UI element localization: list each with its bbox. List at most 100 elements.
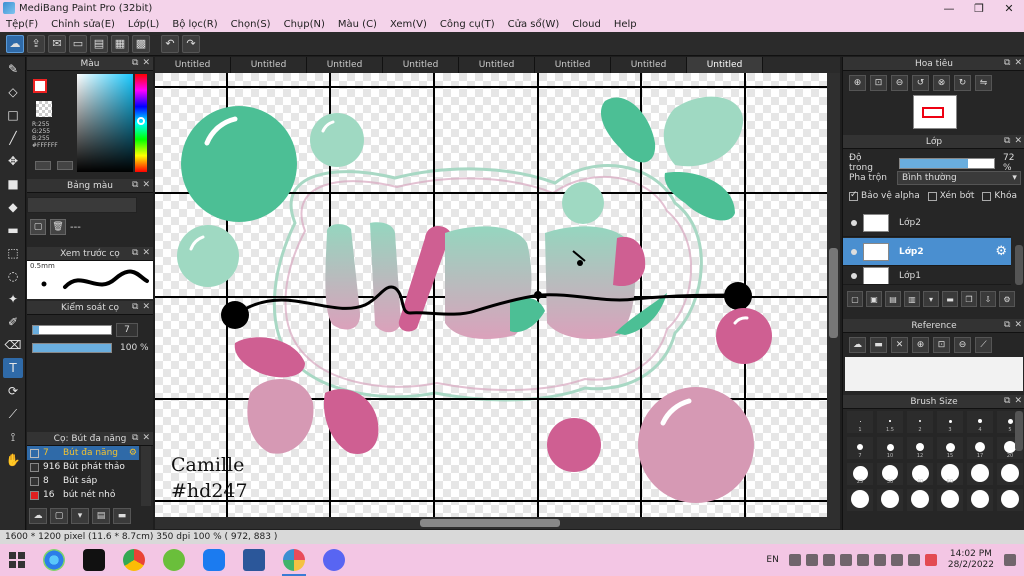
- bucket-tool-icon[interactable]: ◆: [3, 197, 23, 217]
- cloud-upload-icon[interactable]: ☁: [849, 337, 866, 353]
- brush-item[interactable]: 8 Bút sáp: [27, 474, 139, 488]
- tab-untitled[interactable]: Untitled: [535, 57, 611, 73]
- brush-item[interactable]: 7 Bút đa năng ⚙: [27, 446, 139, 460]
- layer-opacity-slider[interactable]: [898, 157, 995, 169]
- language-indicator[interactable]: EN: [766, 555, 778, 565]
- clipping-checkbox[interactable]: [927, 191, 937, 201]
- rectangle-tool-icon[interactable]: □: [3, 105, 23, 125]
- pen-tool-icon[interactable]: ⟟: [3, 427, 23, 447]
- brush-size-option[interactable]: [877, 489, 903, 511]
- brush-size-option[interactable]: [967, 463, 993, 485]
- eraser-tool-icon[interactable]: ◇: [3, 82, 23, 102]
- cloud-brush-icon[interactable]: ☁: [29, 508, 47, 524]
- swap-color-button[interactable]: [35, 161, 51, 170]
- menu-window[interactable]: Cửa sổ(W): [508, 19, 560, 30]
- medibang-icon[interactable]: [274, 544, 314, 576]
- brush-folder-icon[interactable]: ▬: [113, 508, 131, 524]
- battery-icon[interactable]: [856, 554, 869, 566]
- zoom-in-icon[interactable]: ⊕: [849, 75, 866, 91]
- brush-size-option[interactable]: [937, 489, 963, 511]
- foreground-color[interactable]: [33, 79, 47, 93]
- brush-size-option[interactable]: 2: [907, 411, 933, 433]
- new-layer-icon[interactable]: ▢: [847, 291, 863, 307]
- brush-size-option[interactable]: [997, 489, 1023, 511]
- brush-size-option[interactable]: 12: [907, 437, 933, 459]
- vietnamese-input-icon[interactable]: [924, 554, 937, 566]
- float-icon[interactable]: ⧉: [132, 58, 138, 68]
- zoom-out-icon[interactable]: ⊖: [954, 337, 971, 353]
- line-tool-icon[interactable]: ╱: [3, 128, 23, 148]
- brush-size-option[interactable]: 40: [907, 463, 933, 485]
- tray-app-icon[interactable]: [907, 554, 920, 566]
- float-icon[interactable]: ⧉: [1004, 136, 1010, 146]
- menu-select[interactable]: Chọn(S): [231, 19, 271, 30]
- maximize-button[interactable]: ❐: [964, 0, 994, 16]
- protect-alpha-checkbox[interactable]: [849, 190, 858, 201]
- float-icon[interactable]: ⧉: [1004, 58, 1010, 68]
- brush-size-option[interactable]: 7: [847, 437, 873, 459]
- brush-size-option[interactable]: 50: [937, 463, 963, 485]
- gear-icon[interactable]: ⚙: [129, 448, 137, 458]
- menu-edit[interactable]: Chỉnh sửa(E): [51, 19, 115, 30]
- word-icon[interactable]: [234, 544, 274, 576]
- brush-item[interactable]: 916 Bút phát thảo: [27, 460, 139, 474]
- select-eraser-tool-icon[interactable]: ⌫: [3, 335, 23, 355]
- new-1bit-layer-icon[interactable]: ▥: [904, 291, 920, 307]
- brush-size-option[interactable]: 17: [967, 437, 993, 459]
- blend-mode-select[interactable]: Bình thường ▾: [896, 171, 1021, 185]
- notification-icon[interactable]: [1004, 554, 1016, 566]
- close-reference-icon[interactable]: ✕: [891, 337, 908, 353]
- coc-coc-icon[interactable]: [34, 544, 74, 576]
- brush-size-option[interactable]: [847, 489, 873, 511]
- brush-size-option[interactable]: 15: [937, 437, 963, 459]
- close-icon[interactable]: ✕: [142, 58, 150, 68]
- close-icon[interactable]: ✕: [1014, 320, 1022, 330]
- menu-color[interactable]: Màu (C): [338, 19, 377, 30]
- tab-untitled[interactable]: Untitled: [307, 57, 383, 73]
- tray-app-icon[interactable]: [822, 554, 835, 566]
- page-icon[interactable]: ▭: [69, 34, 87, 53]
- tab-untitled[interactable]: Untitled: [459, 57, 535, 73]
- lock-checkbox[interactable]: [982, 191, 992, 201]
- brush-tool-icon[interactable]: ✎: [3, 59, 23, 79]
- tab-untitled[interactable]: Untitled: [155, 57, 231, 73]
- layer-settings-icon[interactable]: ⚙: [999, 291, 1015, 307]
- brush-size-option[interactable]: [907, 489, 933, 511]
- tab-untitled-active[interactable]: Untitled: [687, 57, 763, 73]
- hue-slider-thumb[interactable]: [137, 117, 145, 125]
- eyedropper-tool-icon[interactable]: ⟋: [3, 404, 23, 424]
- fill-rect-tool-icon[interactable]: ■: [3, 174, 23, 194]
- close-icon[interactable]: ✕: [142, 180, 150, 190]
- close-button[interactable]: ✕: [994, 0, 1024, 16]
- brush-size-option[interactable]: 10: [877, 437, 903, 459]
- menu-cloud[interactable]: Cloud: [572, 19, 601, 30]
- menu-view[interactable]: Xem(V): [390, 19, 427, 30]
- tray-app-icon[interactable]: [890, 554, 903, 566]
- green-app-icon[interactable]: [154, 544, 194, 576]
- zoom-in-icon[interactable]: ⊕: [912, 337, 929, 353]
- menu-tools[interactable]: Công cụ(T): [440, 19, 495, 30]
- brush-size-option[interactable]: [997, 463, 1023, 485]
- magic-wand-tool-icon[interactable]: ✦: [3, 289, 23, 309]
- lasso-tool-icon[interactable]: ◌: [3, 266, 23, 286]
- select-tool-icon[interactable]: ⬚: [3, 243, 23, 263]
- merge-layer-icon[interactable]: ⇩: [980, 291, 996, 307]
- brush-size-slider[interactable]: [32, 325, 112, 335]
- brush-size-scrollbar[interactable]: [1015, 411, 1023, 451]
- brush-menu-icon[interactable]: ▾: [71, 508, 89, 524]
- close-icon[interactable]: ✕: [1014, 396, 1022, 406]
- brush-size-option[interactable]: 30: [877, 463, 903, 485]
- brush-list-scrollbar[interactable]: [141, 446, 151, 506]
- tab-untitled[interactable]: Untitled: [611, 57, 687, 73]
- chrome-icon[interactable]: [114, 544, 154, 576]
- select-pen-tool-icon[interactable]: ✐: [3, 312, 23, 332]
- canvas-horizontal-scrollbar[interactable]: [155, 517, 840, 529]
- close-icon[interactable]: ✕: [142, 248, 150, 258]
- visibility-icon[interactable]: [851, 248, 857, 255]
- operation-tool-icon[interactable]: ⟳: [3, 381, 23, 401]
- reference-view[interactable]: [845, 357, 1023, 391]
- visibility-icon[interactable]: [851, 272, 857, 279]
- grid-icon[interactable]: ▩: [132, 34, 150, 53]
- menu-help[interactable]: Help: [614, 19, 637, 30]
- float-icon[interactable]: ⧉: [132, 248, 138, 258]
